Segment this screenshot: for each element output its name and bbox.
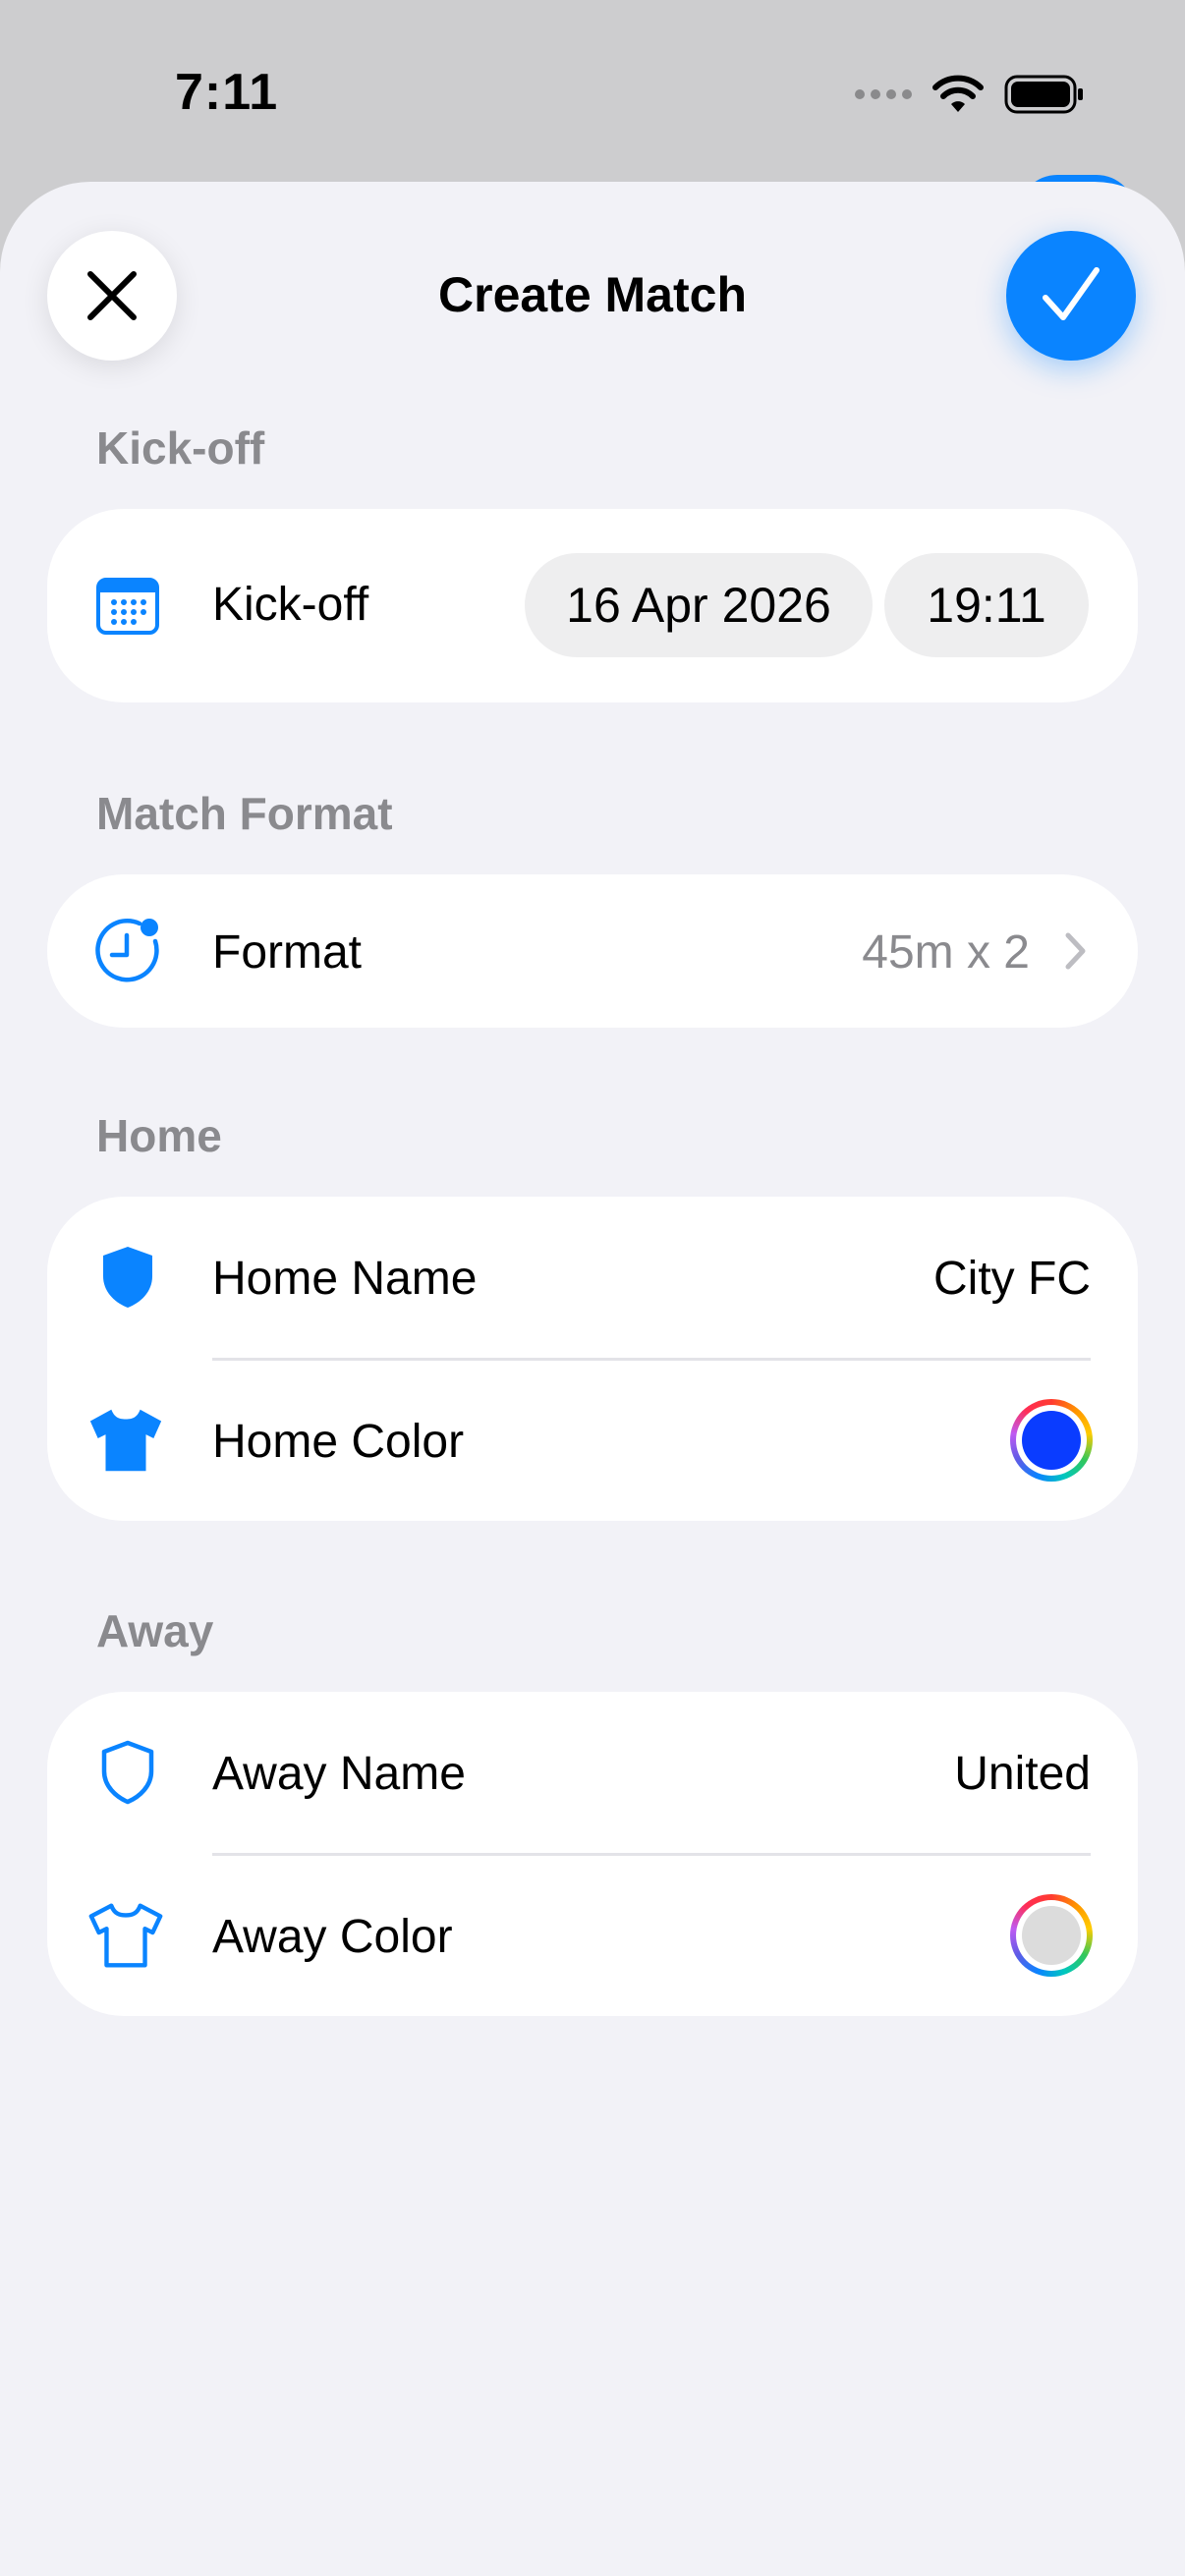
home-card: Home Name City FC Home Color — [47, 1197, 1138, 1521]
home-color-row[interactable]: Home Color — [47, 1360, 1138, 1521]
away-card: Away Name United Away Color — [47, 1692, 1138, 2016]
kickoff-row: Kick-off 16 Apr 2026 19:11 — [47, 509, 1138, 702]
status-bar: 7:11 — [0, 0, 1185, 187]
away-color-row[interactable]: Away Color — [47, 1855, 1138, 2016]
home-color-swatch — [1022, 1411, 1081, 1470]
cellular-signal-icon — [855, 89, 912, 99]
home-color-picker[interactable] — [1010, 1399, 1093, 1482]
checkmark-icon — [1043, 267, 1100, 320]
kickoff-date-picker[interactable]: 16 Apr 2026 — [525, 553, 873, 657]
kickoff-label: Kick-off — [212, 579, 369, 631]
home-name-value: City FC — [933, 1253, 1091, 1305]
kickoff-card: Kick-off 16 Apr 2026 19:11 — [47, 509, 1138, 702]
away-color-picker[interactable] — [1010, 1894, 1093, 1977]
shield-filled-icon — [86, 1236, 169, 1318]
section-header-away: Away — [96, 1605, 214, 1656]
home-name-row[interactable]: Home Name City FC — [47, 1197, 1138, 1358]
shield-outline-icon — [86, 1731, 169, 1814]
section-header-kickoff: Kick-off — [96, 422, 265, 474]
tshirt-outline-icon — [85, 1894, 167, 1977]
away-color-swatch — [1022, 1906, 1081, 1965]
format-label: Format — [212, 926, 363, 979]
status-time: 7:11 — [175, 64, 279, 121]
format-value: 45m x 2 — [862, 926, 1030, 979]
chevron-right-icon — [1065, 932, 1086, 970]
home-name-label: Home Name — [212, 1253, 478, 1305]
home-color-label: Home Color — [212, 1416, 465, 1468]
tshirt-filled-icon — [85, 1399, 167, 1482]
format-row[interactable]: Format 45m x 2 — [47, 874, 1138, 1028]
status-indicators — [855, 69, 1085, 120]
clock-badge-icon — [86, 910, 169, 992]
away-color-label: Away Color — [212, 1911, 453, 1963]
away-name-row[interactable]: Away Name United — [47, 1692, 1138, 1853]
create-match-sheet: Create Match Kick-off Kick-off 16 Apr 20… — [0, 182, 1185, 2576]
away-name-label: Away Name — [212, 1748, 466, 1800]
format-card: Format 45m x 2 — [47, 874, 1138, 1028]
section-header-home: Home — [96, 1110, 222, 1161]
wifi-icon — [932, 75, 984, 112]
away-name-value: United — [954, 1748, 1091, 1800]
battery-icon — [1004, 75, 1083, 114]
kickoff-time-picker[interactable]: 19:11 — [884, 553, 1089, 657]
section-header-format: Match Format — [96, 788, 393, 839]
calendar-icon — [86, 564, 169, 646]
confirm-button[interactable] — [1006, 231, 1136, 361]
